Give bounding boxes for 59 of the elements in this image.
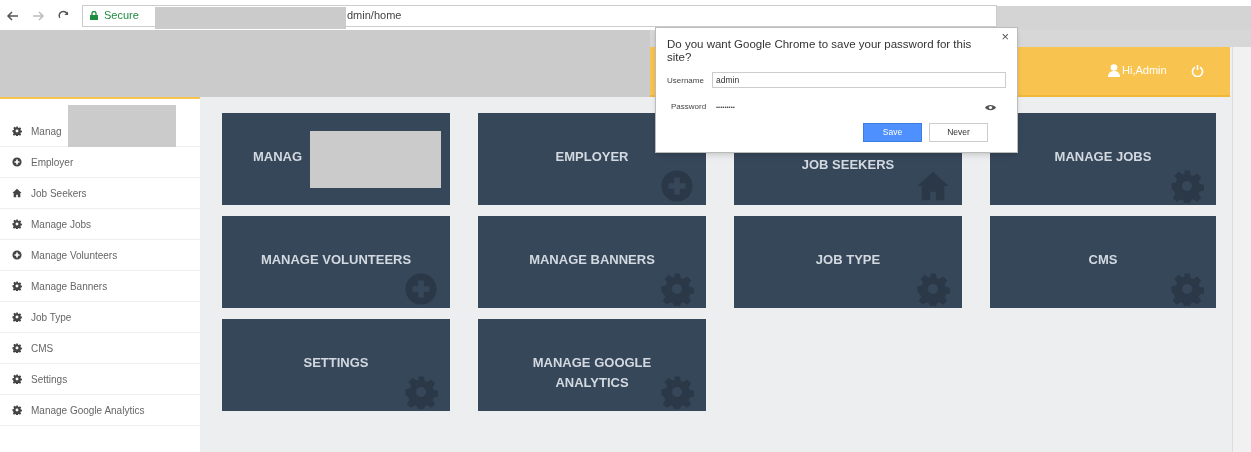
gear-icon bbox=[12, 126, 22, 136]
url-text: dmin/home bbox=[347, 8, 402, 22]
username-label: Username bbox=[667, 75, 704, 87]
password-label: Password bbox=[671, 101, 707, 113]
dashboard-tile[interactable]: EMPLOYER bbox=[478, 113, 706, 205]
sidebar-item-label: Job Type bbox=[31, 310, 72, 325]
dashboard-tile[interactable]: CMS bbox=[990, 216, 1216, 308]
never-button[interactable]: Never bbox=[929, 123, 988, 142]
gear-icon bbox=[12, 281, 22, 291]
close-button[interactable]: × bbox=[1001, 30, 1009, 44]
sidebar-item[interactable]: CMS bbox=[0, 333, 200, 364]
secure-label: Secure bbox=[104, 8, 139, 22]
sidebar-item[interactable]: Manage Banners bbox=[0, 271, 200, 302]
sidebar-item-label: Employer bbox=[31, 155, 74, 170]
forward-icon[interactable] bbox=[32, 11, 45, 21]
gear-icon bbox=[12, 343, 22, 353]
sidebar-item[interactable]: Manage Google Analytics bbox=[0, 395, 200, 426]
dashboard-tile[interactable]: MANAGE JOBS bbox=[990, 113, 1216, 205]
gear-icon bbox=[12, 374, 22, 384]
tile-label: JOB SEEKERS bbox=[801, 156, 895, 174]
gear-icon bbox=[12, 219, 22, 229]
tile-label: SETTINGS bbox=[303, 354, 369, 372]
dashboard-tile[interactable]: MANAGE VOLUNTEERS bbox=[222, 216, 450, 308]
sidebar-item-label: Manage Banners bbox=[31, 279, 108, 294]
tile-label: JOB TYPE bbox=[815, 251, 881, 269]
sidebar-item-label: Job Seekers bbox=[31, 186, 87, 201]
tile-label: MANAGE BANNERS bbox=[529, 251, 655, 269]
sidebar-item-label: Manage Google Analytics bbox=[31, 403, 145, 418]
eye-icon[interactable] bbox=[985, 104, 996, 111]
back-icon[interactable] bbox=[6, 11, 19, 21]
power-icon[interactable] bbox=[1191, 64, 1204, 77]
gear-icon bbox=[12, 405, 22, 415]
tile-label: MANAGE JOBS bbox=[1054, 148, 1152, 166]
dashboard-tile[interactable]: JOB TYPE bbox=[734, 216, 962, 308]
sidebar-item[interactable]: Job Seekers bbox=[0, 178, 200, 209]
sidebar-item-label: Settings bbox=[31, 372, 68, 387]
tile-label: MANAGE VOLUNTEERS bbox=[260, 251, 412, 269]
lock-icon bbox=[90, 11, 98, 20]
sidebar-item[interactable]: Job Type bbox=[0, 302, 200, 333]
sidebar-item-label: Manage Volunteers bbox=[31, 248, 118, 263]
dialog-title: Do you want Google Chrome to save your password for this site? bbox=[667, 38, 973, 64]
scrollbar[interactable] bbox=[1232, 47, 1251, 452]
dashboard-tile[interactable]: MANAGE BANNERS bbox=[478, 216, 706, 308]
dashboard-tile[interactable]: MANAGE GOOGLE ANALYTICS bbox=[478, 319, 706, 411]
tile-label: EMPLOYER bbox=[555, 148, 629, 166]
sidebar-item-label: Manag bbox=[31, 124, 62, 139]
sidebar-item-label: Manage Jobs bbox=[31, 217, 92, 232]
tile-label: MANAG bbox=[253, 148, 303, 166]
username-field[interactable]: admin bbox=[712, 72, 1006, 88]
sidebar-item[interactable]: Manage Volunteers bbox=[0, 240, 200, 271]
gear-icon bbox=[12, 312, 22, 322]
sidebar-item-label: CMS bbox=[31, 341, 54, 356]
user-icon bbox=[1108, 64, 1120, 77]
sidebar-item[interactable]: Manage Jobs bbox=[0, 209, 200, 240]
tile-label: MANAGE GOOGLE ANALYTICS bbox=[532, 354, 652, 392]
dashboard-tile[interactable]: SETTINGS bbox=[222, 319, 450, 411]
house-icon bbox=[12, 188, 22, 198]
tile-label: CMS bbox=[1088, 251, 1118, 269]
sidebar-item[interactable]: Settings bbox=[0, 364, 200, 395]
